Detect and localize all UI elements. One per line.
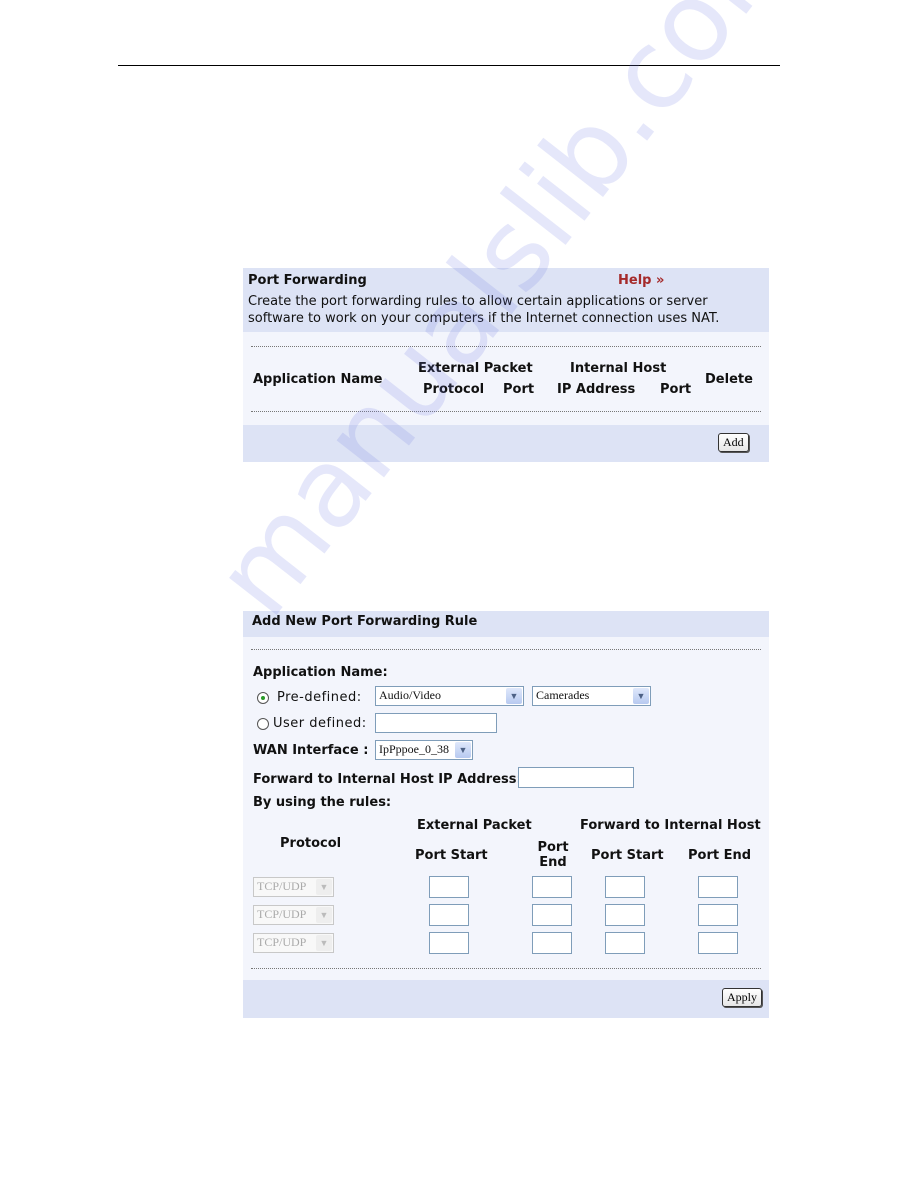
chevron-down-icon: ▼ [316,879,332,895]
description-line-1: Create the port forwarding rules to allo… [248,294,708,309]
col-int-port-start: Port Start [591,848,664,863]
protocol-value: TCP/UDP [257,879,307,893]
col-external-packet: External Packet [418,361,533,376]
protocol-value: TCP/UDP [257,907,307,921]
divider [251,968,761,969]
col-external-packet: External Packet [417,818,532,833]
apply-button[interactable]: Apply [722,988,762,1007]
col-protocol: Protocol [423,382,485,397]
user-defined-input[interactable] [375,713,497,733]
user-defined-label: User defined: [273,716,367,731]
panel-footer [243,980,769,1018]
protocol-select[interactable]: TCP/UDP ▼ [253,905,334,925]
col-ext-port-end: Port End [533,840,573,870]
int-port-start-input[interactable] [605,876,645,898]
ext-port-start-input[interactable] [429,932,469,954]
ext-port-end-input[interactable] [532,876,572,898]
divider [251,346,761,347]
col-ext-port-start: Port Start [415,848,488,863]
chevron-down-icon: ▼ [506,688,522,704]
predefined-label: Pre-defined: [277,690,362,705]
wan-interface-value: IpPppoe_0_38 [379,742,449,756]
panel-footer [243,425,769,462]
ext-port-end-input[interactable] [532,904,572,926]
divider [251,649,761,650]
add-rule-panel: Add New Port Forwarding Rule Application… [243,611,769,1018]
int-port-start-input[interactable] [605,904,645,926]
description-line-2: software to work on your computers if th… [248,311,720,326]
predefined-radio[interactable] [257,692,269,704]
int-port-end-input[interactable] [698,932,738,954]
col-internal-host: Internal Host [570,361,667,376]
application-name-label: Application Name: [253,665,388,680]
protocol-value: TCP/UDP [257,935,307,949]
page-header-rule [118,65,780,66]
chevron-down-icon: ▼ [316,907,332,923]
internal-ip-input[interactable] [518,767,634,788]
rules-label: By using the rules: [253,795,392,810]
col-protocol: Protocol [280,836,342,851]
chevron-down-icon: ▼ [455,742,471,758]
wan-interface-select[interactable]: IpPppoe_0_38 ▼ [375,740,473,760]
divider [251,411,761,412]
col-int-port-end: Port End [688,848,752,863]
chevron-down-icon: ▼ [633,688,649,704]
ext-port-start-input[interactable] [429,904,469,926]
int-port-end-input[interactable] [698,904,738,926]
user-defined-radio[interactable] [257,718,269,730]
add-button[interactable]: Add [718,433,749,452]
col-port: Port [503,382,535,397]
wan-interface-label: WAN Interface : [253,743,369,758]
panel-title: Add New Port Forwarding Rule [252,614,478,629]
application-value: Camerades [536,688,590,702]
category-select[interactable]: Audio/Video ▼ [375,686,524,706]
help-link[interactable]: Help » [618,273,664,288]
col-delete: Delete [705,372,753,387]
category-value: Audio/Video [379,688,441,702]
panel-title: Port Forwarding [248,273,367,288]
col-forward-internal: Forward to Internal Host [580,818,761,833]
col-ext-port-end-line1: Port [537,840,569,855]
protocol-select[interactable]: TCP/UDP ▼ [253,933,334,953]
port-forwarding-panel: Port Forwarding Help » Create the port f… [243,268,769,462]
application-select[interactable]: Camerades ▼ [532,686,651,706]
col-internal-port: Port [660,382,692,397]
int-port-start-input[interactable] [605,932,645,954]
col-application-name: Application Name [253,372,383,387]
double-chevron-right-icon: » [656,273,665,288]
protocol-select[interactable]: TCP/UDP ▼ [253,877,334,897]
col-ip-address: IP Address [557,382,636,397]
chevron-down-icon: ▼ [316,935,332,951]
help-label: Help [618,273,652,288]
ext-port-end-input[interactable] [532,932,572,954]
ext-port-start-input[interactable] [429,876,469,898]
int-port-end-input[interactable] [698,876,738,898]
col-ext-port-end-line2: End [539,855,567,870]
internal-ip-label: Forward to Internal Host IP Address: [253,772,522,787]
